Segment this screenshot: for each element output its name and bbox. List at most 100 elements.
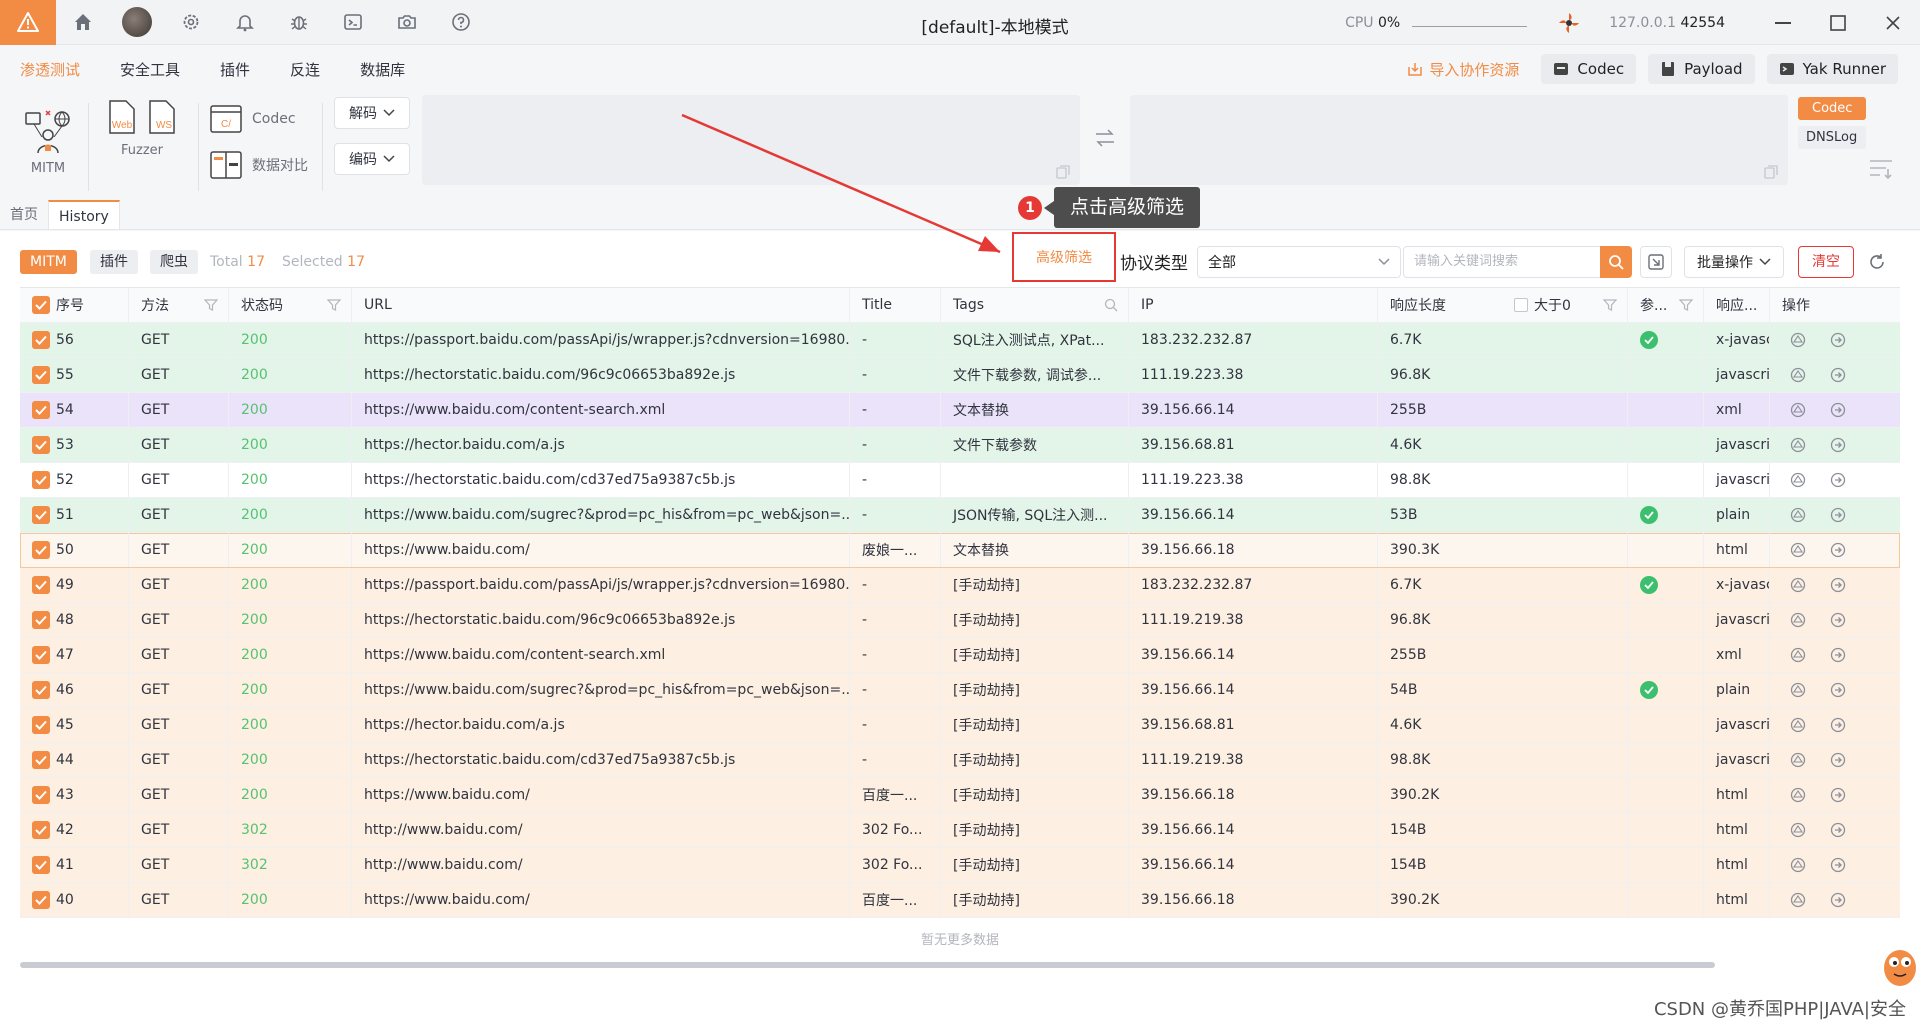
arrow-right-circle-icon[interactable] xyxy=(1830,822,1846,838)
arrow-right-circle-icon[interactable] xyxy=(1830,577,1846,593)
decode-select[interactable]: 解码 xyxy=(334,97,410,129)
arrow-right-circle-icon[interactable] xyxy=(1830,542,1846,558)
refresh-icon[interactable] xyxy=(1868,253,1886,271)
filter-icon[interactable] xyxy=(1679,298,1693,312)
minimize-button[interactable] xyxy=(1755,0,1810,45)
row-checkbox[interactable] xyxy=(32,716,50,734)
row-checkbox[interactable] xyxy=(32,891,50,909)
payload-button[interactable]: Payload xyxy=(1648,54,1755,84)
arrow-right-circle-icon[interactable] xyxy=(1830,787,1846,803)
arrow-right-circle-icon[interactable] xyxy=(1830,612,1846,628)
table-row[interactable]: 47 GET 200 https://www.baidu.com/content-se… xyxy=(20,638,1900,673)
copy-icon[interactable] xyxy=(1056,165,1070,179)
col-id[interactable]: 序号 xyxy=(20,288,129,322)
codec-input-area[interactable] xyxy=(422,95,1080,185)
col-method[interactable]: 方法 xyxy=(129,288,229,322)
table-row[interactable]: 48 GET 200 https://hectorstatic.baidu.com/9… xyxy=(20,603,1900,638)
menu-plugins[interactable]: 插件 xyxy=(200,45,270,95)
import-resource-link[interactable]: 导入协作资源 xyxy=(1407,59,1519,80)
menu-reverse[interactable]: 反连 xyxy=(270,45,340,95)
export-button[interactable] xyxy=(1640,246,1672,278)
row-checkbox[interactable] xyxy=(32,506,50,524)
codec-tag[interactable]: Codec xyxy=(1798,97,1867,120)
table-row[interactable]: 49 GET 200 https://passport.baidu.com/passA… xyxy=(20,568,1900,603)
browser-icon[interactable] xyxy=(1790,682,1806,698)
filter-icon[interactable] xyxy=(1603,298,1617,312)
maximize-button[interactable] xyxy=(1810,0,1865,45)
filter-crawler[interactable]: 爬虫 xyxy=(150,250,198,274)
browser-icon[interactable] xyxy=(1790,857,1806,873)
greater-than-zero-checkbox[interactable] xyxy=(1514,298,1528,312)
row-checkbox[interactable] xyxy=(32,681,50,699)
filter-mitm[interactable]: MITM xyxy=(20,250,77,274)
yak-runner-button[interactable]: Yak Runner xyxy=(1766,54,1898,84)
row-checkbox[interactable] xyxy=(32,786,50,804)
codec-button[interactable]: Codec xyxy=(1541,54,1637,84)
copy-icon[interactable] xyxy=(1764,165,1778,179)
row-checkbox[interactable] xyxy=(32,646,50,664)
col-ip[interactable]: IP xyxy=(1129,288,1378,322)
arrow-right-circle-icon[interactable] xyxy=(1830,332,1846,348)
search-input[interactable]: 请输入关键词搜索 xyxy=(1403,246,1601,278)
col-title[interactable]: Title xyxy=(850,288,941,322)
close-button[interactable] xyxy=(1865,0,1920,45)
arrow-right-circle-icon[interactable] xyxy=(1830,717,1846,733)
table-row[interactable]: 40 GET 200 https://www.baidu.com/百度一... [手动劫… xyxy=(20,883,1900,918)
fuzzer-tool[interactable]: Web WS Fuzzer xyxy=(106,99,178,158)
arrow-right-circle-icon[interactable] xyxy=(1830,752,1846,768)
browser-icon[interactable] xyxy=(1790,577,1806,593)
menu-pentest[interactable]: 渗透测试 xyxy=(0,45,100,95)
protocol-type-select[interactable]: 全部 xyxy=(1197,246,1401,278)
filter-icon[interactable] xyxy=(327,298,341,312)
table-row[interactable]: 51 GET 200 https://www.baidu.com/sugrec?&pr… xyxy=(20,498,1900,533)
row-checkbox[interactable] xyxy=(32,366,50,384)
mitm-tool[interactable]: MITM xyxy=(22,107,74,176)
row-checkbox[interactable] xyxy=(32,436,50,454)
col-length[interactable]: 响应长度 大于0 xyxy=(1378,288,1628,322)
table-row[interactable]: 56 GET 200 https://passport.baidu.com/passA… xyxy=(20,323,1900,358)
browser-icon[interactable] xyxy=(1790,752,1806,768)
tab-home[interactable]: 首页 xyxy=(0,200,48,229)
codec-output-area[interactable] xyxy=(1130,95,1788,185)
table-row[interactable]: 52 GET 200 https://hectorstatic.baidu.com/c… xyxy=(20,463,1900,498)
row-checkbox[interactable] xyxy=(32,856,50,874)
table-row[interactable]: 53 GET 200 https://hector.baidu.com/a.js - 文件… xyxy=(20,428,1900,463)
table-row[interactable]: 46 GET 200 https://www.baidu.com/sugrec?&pr… xyxy=(20,673,1900,708)
advanced-filter-button[interactable]: 高级筛选 xyxy=(1012,232,1116,282)
table-row[interactable]: 50 GET 200 https://www.baidu.com/废娘一... 文本替换… xyxy=(20,533,1900,568)
arrow-right-circle-icon[interactable] xyxy=(1830,892,1846,908)
table-row[interactable]: 55 GET 200 https://hectorstatic.baidu.com/9… xyxy=(20,358,1900,393)
arrow-right-circle-icon[interactable] xyxy=(1830,437,1846,453)
row-checkbox[interactable] xyxy=(32,751,50,769)
filter-plugin[interactable]: 插件 xyxy=(90,250,138,274)
browser-icon[interactable] xyxy=(1790,542,1806,558)
tab-history[interactable]: History xyxy=(48,200,120,229)
table-row[interactable]: 45 GET 200 https://hector.baidu.com/a.js - [手… xyxy=(20,708,1900,743)
dnslog-tag[interactable]: DNSLog xyxy=(1798,126,1867,149)
browser-icon[interactable] xyxy=(1790,892,1806,908)
col-tags[interactable]: Tags xyxy=(941,288,1129,322)
row-checkbox[interactable] xyxy=(32,611,50,629)
row-checkbox[interactable] xyxy=(32,821,50,839)
col-status[interactable]: 状态码 xyxy=(229,288,352,322)
menu-security-tools[interactable]: 安全工具 xyxy=(100,45,200,95)
browser-icon[interactable] xyxy=(1790,787,1806,803)
browser-icon[interactable] xyxy=(1790,367,1806,383)
batch-operation-button[interactable]: 批量操作 xyxy=(1684,246,1784,278)
col-content-type[interactable]: 响应... xyxy=(1704,288,1770,322)
table-row[interactable]: 41 GET 302 http://www.baidu.com/302 Fo... [手… xyxy=(20,848,1900,883)
browser-icon[interactable] xyxy=(1790,472,1806,488)
browser-icon[interactable] xyxy=(1790,717,1806,733)
swap-icon[interactable] xyxy=(1094,129,1116,147)
arrow-right-circle-icon[interactable] xyxy=(1830,857,1846,873)
browser-icon[interactable] xyxy=(1790,437,1806,453)
filter-icon[interactable] xyxy=(204,298,218,312)
search-button[interactable] xyxy=(1600,246,1632,278)
arrow-right-circle-icon[interactable] xyxy=(1830,472,1846,488)
row-checkbox[interactable] xyxy=(32,576,50,594)
arrow-right-circle-icon[interactable] xyxy=(1830,682,1846,698)
browser-icon[interactable] xyxy=(1790,647,1806,663)
col-url[interactable]: URL xyxy=(352,288,850,322)
arrow-right-circle-icon[interactable] xyxy=(1830,402,1846,418)
encode-select[interactable]: 编码 xyxy=(334,143,410,175)
